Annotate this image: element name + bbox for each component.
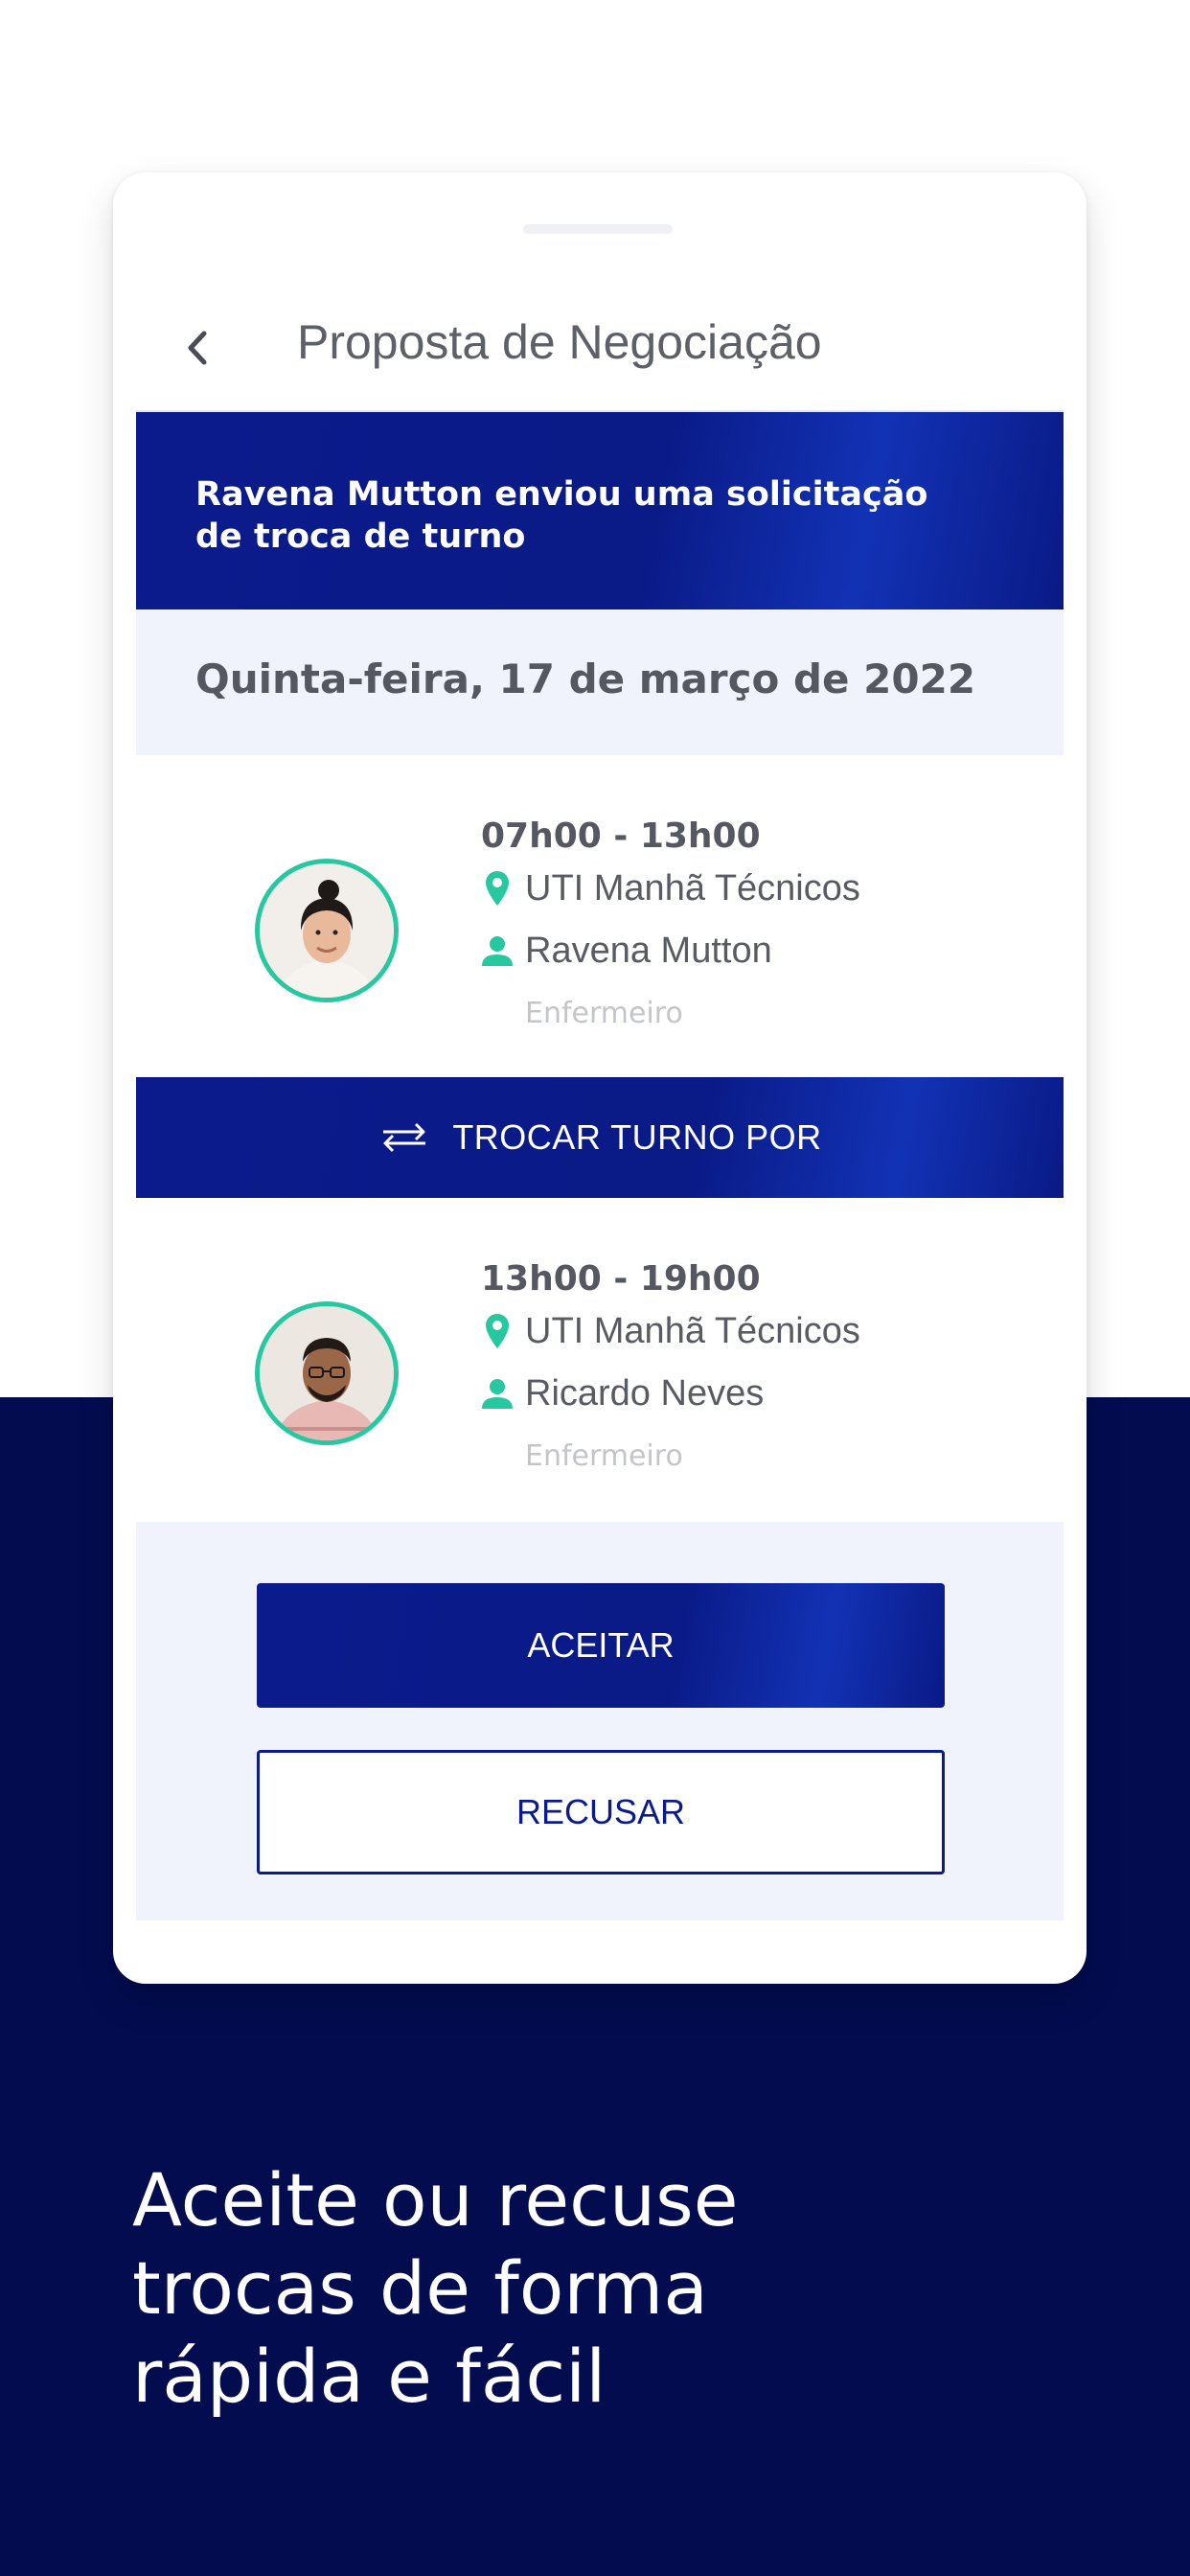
person-row: Ricardo Neves bbox=[481, 1369, 764, 1417]
shift-card-offered: 07h00 - 13h00 UTI Manhã Técnicos Ravena … bbox=[136, 755, 1064, 1077]
map-pin-icon bbox=[486, 871, 509, 906]
person-icon bbox=[482, 1379, 513, 1409]
tagline-line: rápida e fácil bbox=[132, 2334, 606, 2419]
shift-time: 13h00 - 19h00 bbox=[481, 1259, 761, 1299]
request-message: Ravena Mutton enviou uma solicitação de … bbox=[195, 475, 928, 556]
chevron-left-icon[interactable] bbox=[178, 324, 217, 372]
tagline-line: Aceite ou recuse bbox=[132, 2157, 739, 2242]
shift-time: 07h00 - 13h00 bbox=[481, 816, 761, 856]
shift-location: UTI Manhã Técnicos bbox=[525, 1310, 860, 1351]
marketing-tagline: Aceite ou recuse trocas de forma rápida … bbox=[132, 2156, 995, 2421]
avatar bbox=[255, 1301, 399, 1445]
swap-bar: TROCAR TURNO POR bbox=[136, 1077, 1064, 1198]
shift-location: UTI Manhã Técnicos bbox=[525, 867, 860, 908]
person-icon bbox=[482, 936, 513, 966]
tagline-line: trocas de forma bbox=[132, 2245, 708, 2331]
avatar bbox=[255, 859, 399, 1002]
shift-person: Ravena Mutton bbox=[525, 930, 772, 971]
swap-label: TROCAR TURNO POR bbox=[452, 1117, 822, 1157]
shift-date: Quinta-feira, 17 de março de 2022 bbox=[195, 656, 976, 702]
shift-person: Ricardo Neves bbox=[525, 1372, 765, 1414]
phone-notch bbox=[523, 224, 673, 234]
phone-card: Proposta de Negociação Ravena Mutton env… bbox=[113, 172, 1087, 1984]
shift-role: Enfermeiro bbox=[525, 997, 683, 1030]
shift-card-requested: 13h00 - 19h00 UTI Manhã Técnicos Ricardo… bbox=[136, 1198, 1064, 1520]
shift-role: Enfermeiro bbox=[525, 1439, 683, 1473]
location-row: UTI Manhã Técnicos bbox=[481, 864, 860, 912]
swap-arrows-icon bbox=[383, 1122, 426, 1153]
person-row: Ravena Mutton bbox=[481, 927, 772, 975]
location-row: UTI Manhã Técnicos bbox=[481, 1307, 860, 1355]
accept-button[interactable]: ACEITAR bbox=[257, 1583, 945, 1708]
date-bar: Quinta-feira, 17 de março de 2022 bbox=[136, 610, 1064, 755]
actions-panel: ACEITAR RECUSAR bbox=[136, 1522, 1064, 1920]
request-banner: Ravena Mutton enviou uma solicitação de … bbox=[136, 412, 1064, 610]
app-screen: Proposta de Negociação Ravena Mutton env… bbox=[136, 286, 1064, 1920]
app-header: Proposta de Negociação bbox=[136, 286, 1064, 412]
page-title: Proposta de Negociação bbox=[297, 315, 822, 369]
refuse-button[interactable]: RECUSAR bbox=[257, 1750, 945, 1874]
map-pin-icon bbox=[486, 1314, 509, 1348]
